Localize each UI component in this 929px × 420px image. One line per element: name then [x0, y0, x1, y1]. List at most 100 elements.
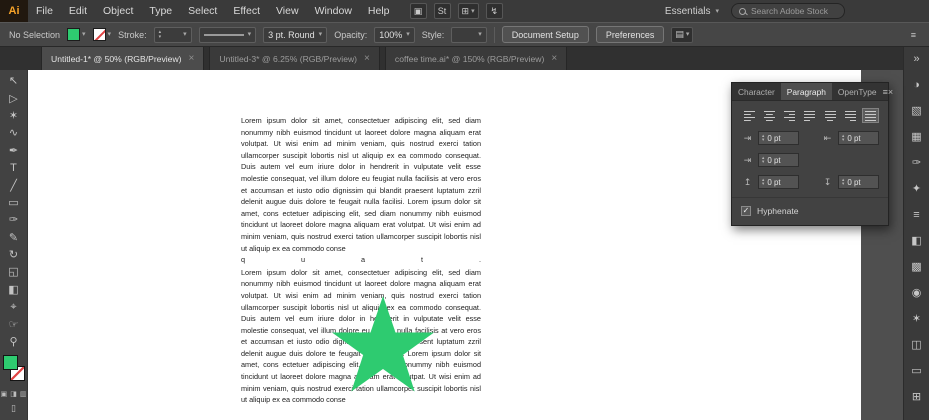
first-line-indent-field[interactable]: ▴ ▾ 0 pt	[758, 153, 799, 167]
menu-file[interactable]: File	[28, 0, 61, 22]
hyphenate-checkbox[interactable]: ✓	[741, 206, 751, 216]
transparency-panel-icon[interactable]: ▩	[908, 259, 926, 275]
draw-inside-icon[interactable]: ▥	[20, 390, 27, 398]
eyedropper-tool[interactable]: ⌖	[2, 299, 26, 316]
chevron-down-icon[interactable]: ▾	[82, 31, 86, 38]
preferences-button[interactable]: Preferences	[595, 26, 665, 43]
opacity-label[interactable]: Opacity:	[334, 30, 367, 40]
stroke-color-control[interactable]: ▾	[92, 28, 112, 41]
stepper-down-icon[interactable]: ▾	[762, 181, 764, 186]
scale-tool[interactable]: ◱	[2, 264, 26, 281]
toolbar-fill-swatch[interactable]	[2, 355, 18, 371]
fill-color-control[interactable]: ▾	[67, 28, 86, 41]
stepper[interactable]: ▴ ▾	[842, 133, 844, 142]
close-icon[interactable]: ×	[189, 53, 195, 64]
layers-panel-icon[interactable]: ◫	[908, 337, 926, 353]
illustrator-logo[interactable]: Ai	[0, 0, 28, 22]
swatches-panel-icon[interactable]: ▦	[908, 129, 926, 145]
line-segment-tool[interactable]: ╱	[2, 177, 26, 194]
draw-behind-icon[interactable]: ◨	[10, 390, 17, 398]
align-panel-icon[interactable]: ⊞	[908, 389, 926, 405]
appearance-panel-icon[interactable]: ◉	[908, 285, 926, 301]
selection-tool[interactable]: ↖	[2, 73, 26, 90]
magic-wand-tool[interactable]: ✶	[2, 108, 26, 125]
chevron-down-icon[interactable]: ▾	[248, 31, 252, 38]
menu-view[interactable]: View	[268, 0, 307, 22]
adobe-stock-icon[interactable]: St	[433, 3, 451, 19]
rectangle-tool[interactable]: ▭	[2, 195, 26, 212]
menu-window[interactable]: Window	[307, 0, 360, 22]
stepper[interactable]: ▴ ▾	[762, 155, 764, 164]
stepper-down-icon[interactable]: ▾	[159, 34, 162, 39]
stroke-panel-icon[interactable]: ≡	[908, 207, 926, 223]
align-left-button[interactable]	[741, 108, 758, 123]
color-guide-panel-icon[interactable]: ▧	[908, 103, 926, 119]
stepper[interactable]: ▴ ▾	[762, 133, 764, 142]
star-shape[interactable]	[330, 296, 436, 393]
tab-character[interactable]: Character	[732, 83, 781, 100]
stepper-down-icon[interactable]: ▾	[762, 137, 764, 142]
align-right-button[interactable]	[781, 108, 798, 123]
symbols-panel-icon[interactable]: ✦	[908, 181, 926, 197]
right-indent-field[interactable]: ▴ ▾ 0 pt	[838, 131, 879, 145]
brush-definition-dropdown[interactable]: 3 pt. Round ▾	[263, 26, 328, 43]
collapse-dock-icon[interactable]: »	[908, 51, 926, 67]
width-profile-dropdown[interactable]: ▾	[198, 26, 257, 43]
stock-search-box[interactable]	[731, 3, 845, 19]
justify-last-right-button[interactable]	[842, 108, 859, 123]
direct-selection-tool[interactable]: ▷	[2, 90, 26, 107]
space-after-field[interactable]: ▴ ▾ 0 pt	[838, 175, 879, 189]
gpu-performance-icon[interactable]: ↯	[485, 3, 503, 19]
justify-last-center-button[interactable]	[822, 108, 839, 123]
menu-help[interactable]: Help	[360, 0, 398, 22]
stroke-swatch[interactable]	[92, 28, 106, 41]
arrange-documents-icon[interactable]: ⊞ ▾	[457, 3, 479, 19]
paintbrush-tool[interactable]: ✑	[2, 212, 26, 229]
tab-untitled-3[interactable]: Untitled-3* @ 6.25% (RGB/Preview) ×	[209, 47, 380, 70]
tab-paragraph[interactable]: Paragraph	[780, 83, 832, 100]
space-before-field[interactable]: ▴ ▾ 0 pt	[758, 175, 799, 189]
menu-effect[interactable]: Effect	[225, 0, 268, 22]
workspace-switcher[interactable]: Essentials ▾	[665, 6, 719, 17]
artboards-panel-icon[interactable]: ▭	[908, 363, 926, 379]
close-icon[interactable]: ×	[551, 53, 557, 64]
document-setup-button[interactable]: Document Setup	[501, 26, 589, 43]
gradient-tool[interactable]: ◧	[2, 282, 26, 299]
star-polygon[interactable]	[332, 296, 434, 392]
search-input[interactable]	[751, 6, 837, 16]
stepper[interactable]: ▴ ▾	[762, 177, 764, 186]
color-panel-icon[interactable]: ◑	[908, 77, 926, 93]
gradient-panel-icon[interactable]: ◧	[908, 233, 926, 249]
draw-normal-icon[interactable]: ▣	[1, 390, 8, 398]
menu-edit[interactable]: Edit	[61, 0, 95, 22]
graphic-styles-panel-icon[interactable]: ✶	[908, 311, 926, 327]
left-indent-field[interactable]: ▴ ▾ 0 pt	[758, 131, 799, 145]
stepper-down-icon[interactable]: ▾	[842, 181, 844, 186]
fill-swatch[interactable]	[67, 28, 81, 41]
style-dropdown[interactable]: ▾	[451, 26, 487, 43]
rotate-tool[interactable]: ↻	[2, 247, 26, 264]
menu-type[interactable]: Type	[141, 0, 180, 22]
stepper[interactable]: ▴ ▾	[842, 177, 844, 186]
stroke-weight-field[interactable]: ▴ ▾ ▾	[153, 26, 192, 43]
justify-last-left-button[interactable]	[801, 108, 818, 123]
chevron-down-icon[interactable]: ▾	[108, 31, 112, 38]
chevron-down-icon[interactable]: ▾	[319, 31, 323, 38]
stroke-weight-stepper[interactable]: ▴ ▾	[159, 30, 162, 40]
close-icon[interactable]: ×	[364, 53, 370, 64]
panel-options-dropdown[interactable]: ▤ ▾	[671, 26, 694, 43]
pen-tool[interactable]: ✒	[2, 143, 26, 160]
hand-tool[interactable]: ☞	[2, 316, 26, 333]
stepper-down-icon[interactable]: ▾	[842, 137, 844, 142]
screen-mode-icon[interactable]: ▯	[11, 403, 16, 414]
menu-object[interactable]: Object	[95, 0, 141, 22]
chevron-down-icon[interactable]: ▾	[406, 31, 410, 38]
type-tool[interactable]: T	[2, 160, 26, 177]
tab-untitled-1[interactable]: Untitled-1* @ 50% (RGB/Preview) ×	[41, 47, 205, 70]
adobe-bridge-icon[interactable]: ▣	[409, 3, 427, 19]
chevron-down-icon[interactable]: ▾	[478, 31, 482, 38]
chevron-down-icon[interactable]: ▾	[183, 31, 187, 38]
close-icon[interactable]: ×	[888, 83, 893, 100]
zoom-tool[interactable]: ⚲	[2, 334, 26, 351]
align-center-button[interactable]	[761, 108, 778, 123]
